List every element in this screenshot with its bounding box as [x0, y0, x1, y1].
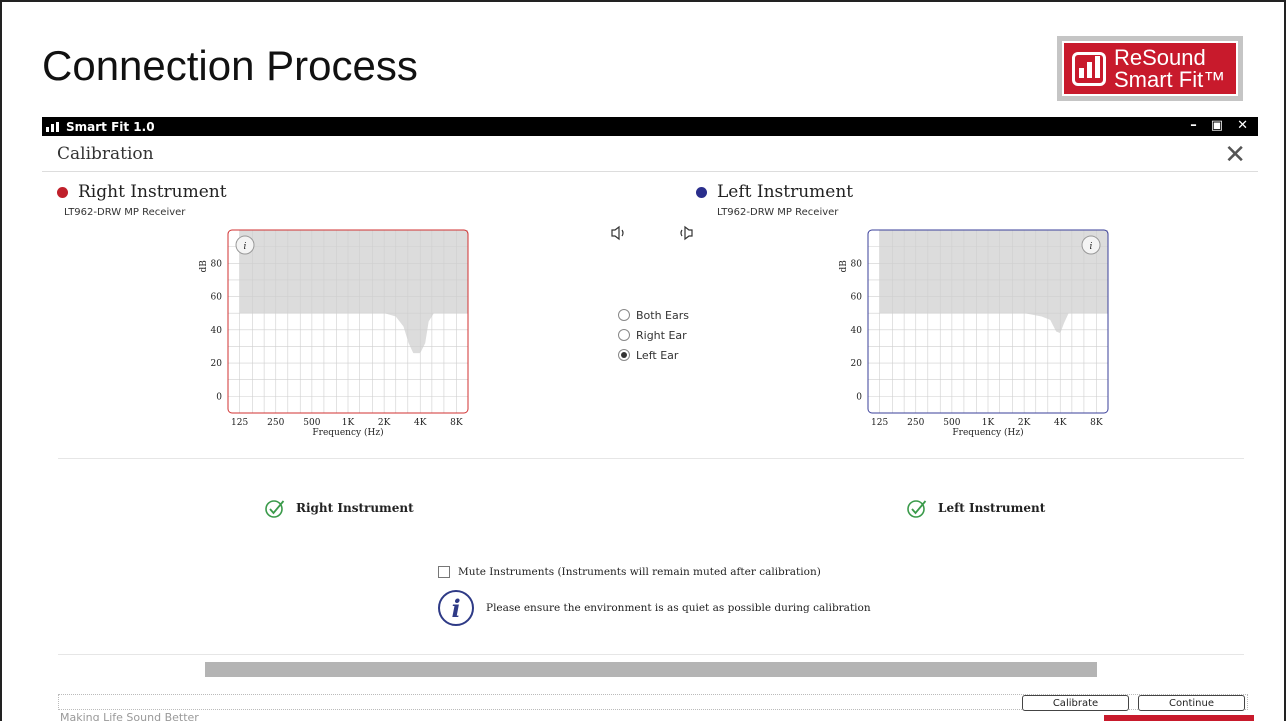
speaker-left-icon[interactable]: [676, 225, 694, 241]
left-instrument-status: Left Instrument: [906, 497, 1045, 519]
y-tick-label: 40: [211, 326, 223, 336]
ear-select-group: Both Ears Right Ear Left Ear: [618, 305, 689, 365]
right-noise-chart: 80 60 40 20 0 dB 125 250 500 1K 2K 4K 8K Frequency (H…: [199, 229, 469, 438]
right-instrument-model: LT962-DRW MP Receiver: [64, 207, 186, 218]
speaker-right-icon[interactable]: [610, 225, 628, 241]
calibration-progress-bar: [205, 662, 1097, 677]
x-tick-label: 8K: [450, 418, 463, 428]
y-tick-label: 80: [851, 259, 863, 269]
right-instrument-status: Right Instrument: [264, 497, 414, 519]
section-divider: [58, 654, 1244, 655]
progress-fill: [205, 662, 1097, 677]
x-tick-label: 2K: [1018, 418, 1031, 428]
calibration-title: Calibration: [57, 144, 154, 164]
y-tick-label: 20: [851, 359, 863, 369]
radio-right-ear[interactable]: Right Ear: [618, 325, 689, 345]
x-axis-label: Frequency (Hz): [312, 427, 383, 438]
mute-checkbox[interactable]: [438, 566, 450, 578]
left-dot-icon: [696, 186, 707, 198]
x-tick-label: 250: [907, 418, 924, 428]
radio-button[interactable]: [618, 329, 630, 341]
x-tick-label: 500: [303, 418, 320, 428]
radio-label: Right Ear: [636, 328, 687, 342]
logo-line-1: ReSound: [1114, 44, 1206, 70]
x-axis-label: Frequency (Hz): [952, 427, 1023, 438]
minimize-button[interactable]: –: [1190, 118, 1197, 133]
left-instrument-heading: Left Instrument: [696, 182, 853, 202]
y-tick-label: 20: [211, 359, 223, 369]
y-unit-label: dB: [199, 260, 209, 273]
slide-title: Connection Process: [42, 42, 418, 89]
y-tick-label: 80: [211, 259, 223, 269]
logo-line-2: Smart Fit™: [1114, 66, 1226, 92]
right-status-label: Right Instrument: [296, 501, 414, 515]
x-tick-label: 4K: [1054, 418, 1067, 428]
footer-accent: [1104, 715, 1254, 721]
right-instrument-name: Right Instrument: [78, 182, 227, 202]
y-tick-label: 0: [216, 392, 222, 402]
restore-button[interactable]: ▣: [1211, 118, 1223, 133]
left-status-label: Left Instrument: [938, 501, 1046, 515]
app-titlebar: Smart Fit 1.0 – ▣ ✕: [42, 117, 1258, 136]
logo-bars-icon: [1072, 51, 1106, 86]
calibration-header: Calibration ✕: [42, 136, 1258, 172]
calibrate-button[interactable]: Calibrate: [1022, 695, 1129, 711]
x-tick-label: 250: [267, 418, 284, 428]
check-circle-icon: [907, 500, 927, 518]
x-tick-label: 8K: [1090, 418, 1103, 428]
app-name: Smart Fit 1.0: [66, 119, 155, 134]
radio-button[interactable]: [618, 309, 630, 321]
x-tick-label: 1K: [342, 418, 355, 428]
right-instrument-heading: Right Instrument: [57, 182, 227, 202]
info-text: Please ensure the environment is as quie…: [486, 602, 871, 614]
chart-info-glyph: i: [244, 242, 247, 252]
x-tick-label: 4K: [414, 418, 427, 428]
section-divider: [58, 458, 1244, 459]
x-tick-label: 2K: [378, 418, 391, 428]
app-logo-icon: [46, 121, 59, 132]
y-tick-label: 60: [211, 293, 223, 303]
left-instrument-model: LT962-DRW MP Receiver: [717, 207, 839, 218]
info-message: i Please ensure the environment is as qu…: [438, 590, 871, 626]
mute-label: Mute Instruments (Instruments will remai…: [458, 566, 821, 578]
right-dot-icon: [57, 186, 68, 198]
radio-label: Both Ears: [636, 308, 690, 322]
radio-left-ear[interactable]: Left Ear: [618, 345, 689, 365]
window-close-button[interactable]: ✕: [1237, 118, 1248, 133]
chart-info-glyph: i: [1090, 242, 1093, 252]
left-instrument-name: Left Instrument: [717, 182, 854, 202]
radio-both-ears[interactable]: Both Ears: [618, 305, 689, 325]
info-icon: i: [438, 590, 474, 626]
y-tick-label: 0: [856, 392, 862, 402]
y-tick-label: 60: [851, 293, 863, 303]
x-tick-label: 125: [231, 418, 248, 428]
x-tick-label: 125: [871, 418, 888, 428]
left-noise-chart: 80 60 40 20 0 dB 125 250 500 1K 2K 4K 8K Frequency (H…: [839, 229, 1109, 438]
mute-option[interactable]: Mute Instruments (Instruments will remai…: [438, 566, 821, 578]
radio-button[interactable]: [618, 349, 630, 361]
check-circle-icon: [265, 500, 285, 518]
x-tick-label: 500: [943, 418, 960, 428]
y-tick-label: 40: [851, 326, 863, 336]
radio-label: Left Ear: [636, 348, 679, 362]
x-tick-label: 1K: [982, 418, 995, 428]
continue-button[interactable]: Continue: [1138, 695, 1245, 711]
y-unit-label: dB: [839, 260, 849, 273]
resound-logo: ReSound Smart Fit™: [1057, 36, 1243, 101]
footer-tagline: Making Life Sound Better: [60, 711, 199, 721]
calibration-close-button[interactable]: ✕: [1224, 140, 1246, 170]
